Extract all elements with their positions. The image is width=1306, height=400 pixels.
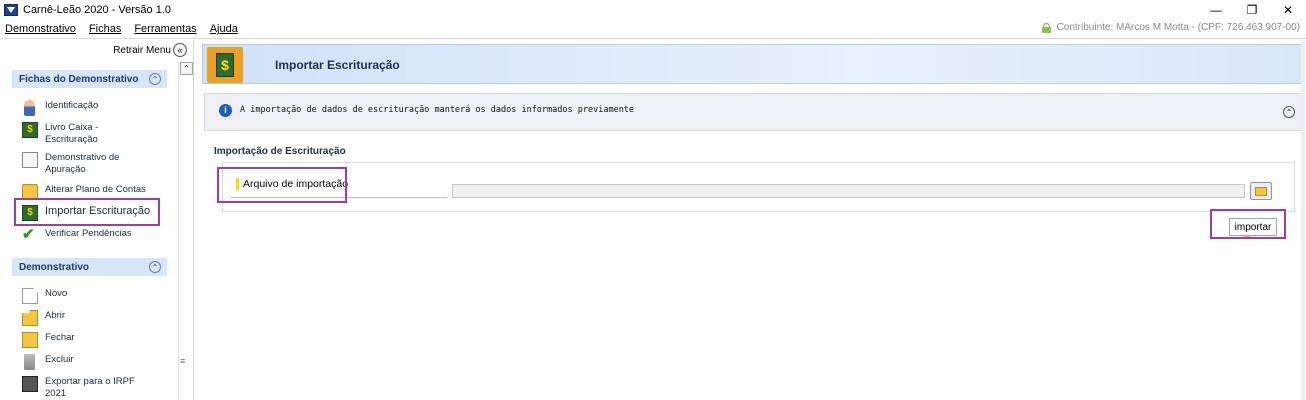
sidebar-item-exportar[interactable]: Exportar para o IRPF 2021 <box>22 376 135 400</box>
restore-button[interactable]: ❐ <box>1234 0 1270 20</box>
sidebar-item-label: Novo <box>45 288 68 299</box>
splitter-handle-icon[interactable]: ≡ <box>180 356 185 366</box>
header-icon-glyph: $ <box>216 53 234 77</box>
sidebar-item-label: Identificação <box>45 100 99 111</box>
menu-fichas[interactable]: Fichas <box>89 23 121 35</box>
sidebar-item-label: Fechar <box>45 332 75 343</box>
sidebar-item-label: Livro Caixa - Escrituração <box>45 122 99 145</box>
chevron-up-icon[interactable]: ⌃ <box>149 261 161 273</box>
main-scrollbar[interactable] <box>1301 40 1305 400</box>
window-title: Carnê-Leão 2020 - Versão 1.0 <box>23 4 171 16</box>
folder-open-icon <box>1255 186 1267 196</box>
sidebar-item-livro-caixa[interactable]: $ Livro Caixa - Escrituração <box>22 122 135 146</box>
sidebar-item-label: Verificar Pendências <box>45 228 132 239</box>
sidebar-scrollbar[interactable]: ⌃ <box>178 62 194 400</box>
page-header: $ Importar Escrituração <box>202 44 1302 84</box>
book-icon: $ <box>22 122 38 138</box>
open-folder-icon <box>22 310 38 326</box>
lock-icon <box>1041 22 1051 33</box>
document-icon <box>22 152 38 168</box>
section-demonstrativo-header[interactable]: Demonstrativo ⌃ <box>12 258 167 276</box>
menu-bar: Demonstrativo Fichas Ferramentas Ajuda C… <box>0 20 1306 39</box>
title-bar: Carnê-Leão 2020 - Versão 1.0 — ❐ ✕ <box>0 0 1306 20</box>
check-icon: ✔ <box>22 226 35 243</box>
folder-icon <box>22 332 38 348</box>
info-text: A importação de dados de escrituração ma… <box>240 105 635 115</box>
highlight-file-label <box>217 167 347 203</box>
main-content: $ Importar Escrituração i A importação d… <box>200 40 1306 400</box>
menu-ferramentas[interactable]: Ferramentas <box>134 23 196 35</box>
app-logo-icon <box>4 4 18 16</box>
close-button[interactable]: ✕ <box>1270 0 1306 20</box>
person-icon <box>24 100 35 116</box>
sidebar-item-demonstrativo-apuracao[interactable]: Demonstrativo de Apuração <box>22 152 135 176</box>
sidebar-item-verificar-pendencias[interactable]: ✔ Verificar Pendências <box>22 226 165 244</box>
contributor-info: Contribuinte: MArcos M Motta - (CPF: 726… <box>1041 22 1300 33</box>
window-controls: — ❐ ✕ <box>1198 0 1306 20</box>
sidebar-item-novo[interactable]: Novo <box>22 288 135 304</box>
import-form: Arquivo de importação <box>217 162 1295 212</box>
highlight-importar <box>14 198 160 226</box>
info-panel: i A importação de dados de escrituração … <box>204 93 1302 131</box>
section-demonstrativo-title: Demonstrativo <box>19 261 90 273</box>
chevron-up-icon[interactable]: ⌃ <box>149 73 161 85</box>
new-page-icon <box>22 288 38 304</box>
browse-button[interactable] <box>1250 182 1272 200</box>
collapse-menu-icon[interactable]: « <box>173 43 187 57</box>
sidebar: Retrair Menu « Fichas do Demonstrativo ⌃… <box>0 40 194 400</box>
highlight-import-button <box>1210 209 1286 239</box>
sidebar-item-label: Exportar para o IRPF 2021 <box>45 376 135 399</box>
menu-demonstrativo[interactable]: Demonstrativo <box>5 23 76 35</box>
sidebar-item-identificacao[interactable]: Identificação <box>22 100 135 116</box>
sidebar-item-abrir[interactable]: Abrir <box>22 310 135 326</box>
sidebar-item-label: Alterar Plano de Contas <box>45 184 146 195</box>
menu-ajuda[interactable]: Ajuda <box>210 23 238 35</box>
section-fichas-title: Fichas do Demonstrativo <box>19 73 139 85</box>
file-path-input[interactable] <box>452 184 1245 198</box>
sidebar-item-label: Abrir <box>45 310 66 321</box>
import-escrituracao-icon: $ <box>207 47 243 83</box>
retrair-menu-label[interactable]: Retrair Menu <box>113 45 171 56</box>
page-title: Importar Escrituração <box>275 58 400 72</box>
section-title: Importação de Escrituração <box>214 146 346 157</box>
export-icon <box>22 376 38 392</box>
sidebar-item-excluir[interactable]: Excluir <box>22 354 135 370</box>
sidebar-item-label: Demonstrativo de Apuração <box>45 152 120 175</box>
scroll-up-icon[interactable]: ⌃ <box>180 62 193 75</box>
section-fichas-header[interactable]: Fichas do Demonstrativo ⌃ <box>12 70 167 88</box>
sidebar-item-label: Excluir <box>45 354 74 365</box>
info-icon: i <box>219 104 232 117</box>
trash-icon <box>24 354 35 370</box>
sidebar-item-fechar[interactable]: Fechar <box>22 332 135 348</box>
chevron-up-icon[interactable]: ⌃ <box>1283 106 1295 118</box>
contributor-text: Contribuinte: MArcos M Motta - (CPF: 726… <box>1056 22 1300 33</box>
minimize-button[interactable]: — <box>1198 0 1234 20</box>
